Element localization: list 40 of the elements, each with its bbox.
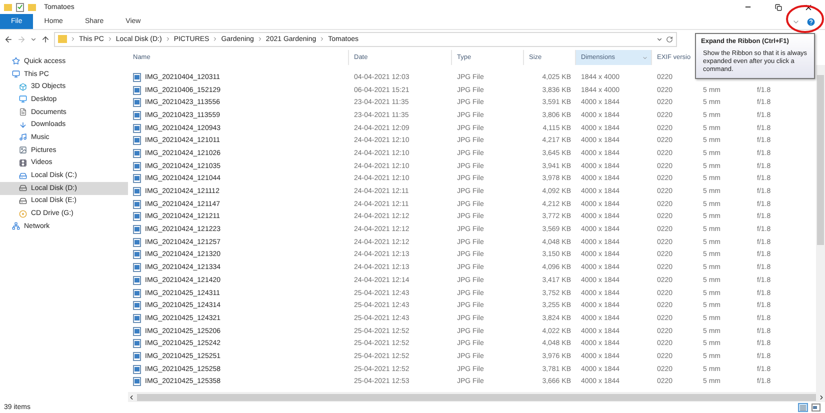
vertical-scrollbar[interactable]: [816, 65, 825, 392]
drive-icon: [19, 172, 27, 180]
cube-icon: [19, 82, 27, 91]
image-icon: [19, 146, 27, 154]
star-icon: [12, 57, 20, 66]
up-icon[interactable]: [41, 34, 50, 44]
chevron-icon[interactable]: [319, 36, 326, 42]
film-icon: [19, 158, 27, 167]
chevron-icon[interactable]: [106, 36, 113, 42]
download-icon: [19, 120, 27, 129]
refresh-icon[interactable]: [666, 36, 673, 42]
scroll-left-icon[interactable]: [128, 394, 135, 400]
help-button[interactable]: [805, 16, 817, 28]
close-icon: [804, 2, 812, 12]
forward-icon[interactable]: [17, 34, 26, 44]
drive-icon: [19, 196, 27, 205]
help-icon: [806, 16, 816, 26]
chevron-icon[interactable]: [212, 36, 218, 42]
monitor-icon: [19, 95, 27, 104]
document-icon: [19, 108, 27, 116]
chevron-icon[interactable]: [256, 36, 263, 42]
disc-icon: [19, 210, 27, 218]
back-icon[interactable]: [4, 34, 13, 44]
computer-icon: [12, 70, 20, 78]
horizontal-scrollbar[interactable]: [128, 392, 825, 402]
details-view-icon[interactable]: [798, 403, 808, 412]
scroll-right-icon[interactable]: [818, 394, 825, 400]
highlight-ellipse: [785, 3, 825, 35]
chevron-icon[interactable]: [70, 36, 76, 42]
restore-icon: [774, 4, 782, 10]
music-note-icon: [19, 133, 27, 142]
thumbnails-view-icon[interactable]: [811, 403, 821, 412]
drive-icon: [19, 184, 27, 192]
folder-icon: [4, 3, 12, 11]
recent-caret-icon[interactable]: [30, 36, 37, 42]
network-icon: [12, 222, 20, 230]
chevron-icon[interactable]: [164, 36, 171, 42]
folder-icon: [58, 35, 67, 43]
checklist-icon[interactable]: [16, 2, 24, 12]
caret-icon[interactable]: [656, 36, 663, 42]
